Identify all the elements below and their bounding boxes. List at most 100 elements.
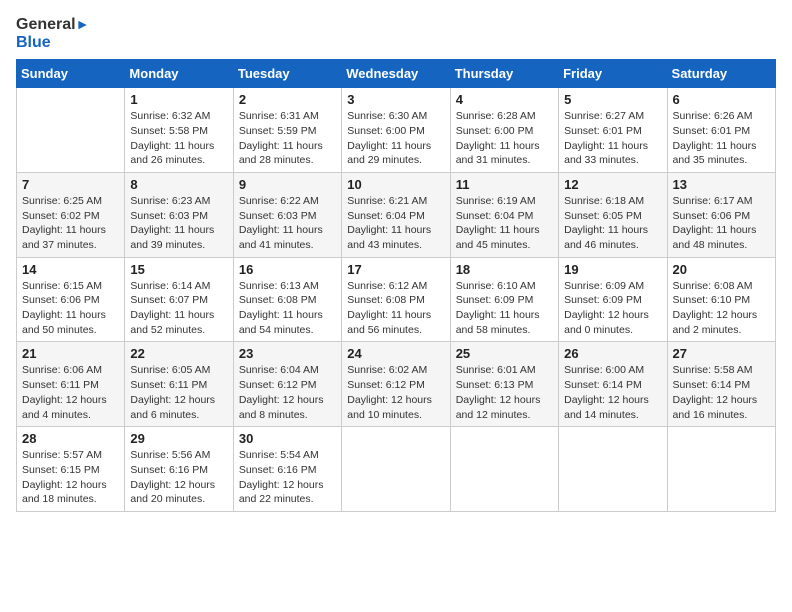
calendar-cell: 5Sunrise: 6:27 AM Sunset: 6:01 PM Daylig… (559, 88, 667, 173)
weekday-header-sunday: Sunday (17, 60, 125, 88)
day-number: 16 (239, 262, 336, 277)
calendar-cell (450, 427, 558, 512)
day-number: 19 (564, 262, 661, 277)
day-number: 26 (564, 346, 661, 361)
day-number: 11 (456, 177, 553, 192)
day-info: Sunrise: 6:05 AM Sunset: 6:11 PM Dayligh… (130, 363, 227, 422)
calendar-cell: 3 Sunrise: 6:30 AM Sunset: 6:00 PM Daylig… (342, 88, 450, 173)
day-number: 2 (239, 92, 336, 107)
day-info: Sunrise: 6:17 AM Sunset: 6:06 PM Dayligh… (673, 194, 770, 253)
day-number: 9 (239, 177, 336, 192)
day-number: 13 (673, 177, 770, 192)
calendar-week-row: 14 Sunrise: 6:15 AM Sunset: 6:06 PM Dayli… (17, 257, 776, 342)
calendar-week-row: 7 Sunrise: 6:25 AM Sunset: 6:02 PM Daylig… (17, 172, 776, 257)
calendar-table: SundayMondayTuesdayWednesdayThursdayFrid… (16, 59, 776, 512)
calendar-cell: 29 Sunrise: 5:56 AM Sunset: 6:16 PM Dayli… (125, 427, 233, 512)
day-number: 30 (239, 431, 336, 446)
day-number: 8 (130, 177, 227, 192)
day-number: 21 (22, 346, 119, 361)
calendar-cell: 10 Sunrise: 6:21 AM Sunset: 6:04 PM Dayli… (342, 172, 450, 257)
weekday-header-monday: Monday (125, 60, 233, 88)
calendar-cell: 21 Sunrise: 6:06 AM Sunset: 6:11 PM Dayli… (17, 342, 125, 427)
day-number: 3 (347, 92, 444, 107)
day-info: Sunrise: 6:25 AM Sunset: 6:02 PM Dayligh… (22, 194, 119, 253)
calendar-cell: 26 Sunrise: 6:00 AM Sunset: 6:14 PM Dayli… (559, 342, 667, 427)
calendar-cell: 16 Sunrise: 6:13 AM Sunset: 6:08 PM Dayli… (233, 257, 341, 342)
calendar-cell: 9 Sunrise: 6:22 AM Sunset: 6:03 PM Daylig… (233, 172, 341, 257)
logo-text: General► Blue (16, 16, 89, 51)
calendar-cell: 15 Sunrise: 6:14 AM Sunset: 6:07 PM Dayli… (125, 257, 233, 342)
day-info: Sunrise: 6:26 AM Sunset: 6:01 PM Dayligh… (673, 109, 770, 168)
day-number: 17 (347, 262, 444, 277)
logo: General► Blue (16, 16, 89, 51)
day-info: Sunrise: 6:09 AM Sunset: 6:09 PM Dayligh… (564, 279, 661, 338)
day-info: Sunrise: 6:02 AM Sunset: 6:12 PM Dayligh… (347, 363, 444, 422)
calendar-cell: 28 Sunrise: 5:57 AM Sunset: 6:15 PM Dayli… (17, 427, 125, 512)
calendar-cell: 25 Sunrise: 6:01 AM Sunset: 6:13 PM Dayli… (450, 342, 558, 427)
calendar-cell (667, 427, 775, 512)
calendar-cell: 1 Sunrise: 6:32 AM Sunset: 5:58 PM Daylig… (125, 88, 233, 173)
day-number: 28 (22, 431, 119, 446)
calendar-cell: 18Sunrise: 6:10 AM Sunset: 6:09 PM Dayli… (450, 257, 558, 342)
day-number: 23 (239, 346, 336, 361)
day-number: 20 (673, 262, 770, 277)
calendar-cell: 14 Sunrise: 6:15 AM Sunset: 6:06 PM Dayli… (17, 257, 125, 342)
calendar-cell: 8 Sunrise: 6:23 AM Sunset: 6:03 PM Daylig… (125, 172, 233, 257)
calendar-cell: 23 Sunrise: 6:04 AM Sunset: 6:12 PM Dayli… (233, 342, 341, 427)
weekday-header-tuesday: Tuesday (233, 60, 341, 88)
day-info: Sunrise: 6:27 AM Sunset: 6:01 PM Dayligh… (564, 109, 661, 168)
day-number: 1 (130, 92, 227, 107)
day-info: Sunrise: 6:23 AM Sunset: 6:03 PM Dayligh… (130, 194, 227, 253)
calendar-week-row: 21 Sunrise: 6:06 AM Sunset: 6:11 PM Dayli… (17, 342, 776, 427)
calendar-cell: 19 Sunrise: 6:09 AM Sunset: 6:09 PM Dayli… (559, 257, 667, 342)
calendar-cell (17, 88, 125, 173)
day-info: Sunrise: 5:54 AM Sunset: 6:16 PM Dayligh… (239, 448, 336, 507)
day-info: Sunrise: 6:21 AM Sunset: 6:04 PM Dayligh… (347, 194, 444, 253)
day-info: Sunrise: 6:15 AM Sunset: 6:06 PM Dayligh… (22, 279, 119, 338)
day-info: Sunrise: 6:04 AM Sunset: 6:12 PM Dayligh… (239, 363, 336, 422)
page-header: General► Blue (16, 16, 776, 51)
day-number: 10 (347, 177, 444, 192)
calendar-cell (559, 427, 667, 512)
weekday-header-saturday: Saturday (667, 60, 775, 88)
day-info: Sunrise: 5:56 AM Sunset: 6:16 PM Dayligh… (130, 448, 227, 507)
calendar-week-row: 28 Sunrise: 5:57 AM Sunset: 6:15 PM Dayli… (17, 427, 776, 512)
calendar-cell: 12 Sunrise: 6:18 AM Sunset: 6:05 PM Dayli… (559, 172, 667, 257)
weekday-header-wednesday: Wednesday (342, 60, 450, 88)
calendar-cell (342, 427, 450, 512)
day-number: 12 (564, 177, 661, 192)
day-info: Sunrise: 6:14 AM Sunset: 6:07 PM Dayligh… (130, 279, 227, 338)
day-number: 25 (456, 346, 553, 361)
day-number: 6 (673, 92, 770, 107)
calendar-cell: 11 Sunrise: 6:19 AM Sunset: 6:04 PM Dayli… (450, 172, 558, 257)
calendar-cell: 22 Sunrise: 6:05 AM Sunset: 6:11 PM Dayli… (125, 342, 233, 427)
calendar-week-row: 1 Sunrise: 6:32 AM Sunset: 5:58 PM Daylig… (17, 88, 776, 173)
day-number: 7 (22, 177, 119, 192)
calendar-cell: 13 Sunrise: 6:17 AM Sunset: 6:06 PM Dayli… (667, 172, 775, 257)
calendar-cell: 27 Sunrise: 5:58 AM Sunset: 6:14 PM Dayli… (667, 342, 775, 427)
day-info: Sunrise: 5:58 AM Sunset: 6:14 PM Dayligh… (673, 363, 770, 422)
day-info: Sunrise: 6:19 AM Sunset: 6:04 PM Dayligh… (456, 194, 553, 253)
day-number: 15 (130, 262, 227, 277)
day-info: Sunrise: 6:22 AM Sunset: 6:03 PM Dayligh… (239, 194, 336, 253)
day-info: Sunrise: 5:57 AM Sunset: 6:15 PM Dayligh… (22, 448, 119, 507)
day-info: Sunrise: 6:32 AM Sunset: 5:58 PM Dayligh… (130, 109, 227, 168)
day-number: 27 (673, 346, 770, 361)
day-info: Sunrise: 6:18 AM Sunset: 6:05 PM Dayligh… (564, 194, 661, 253)
day-info: Sunrise: 6:08 AM Sunset: 6:10 PM Dayligh… (673, 279, 770, 338)
day-number: 22 (130, 346, 227, 361)
calendar-cell: 4 Sunrise: 6:28 AM Sunset: 6:00 PM Daylig… (450, 88, 558, 173)
day-info: Sunrise: 6:13 AM Sunset: 6:08 PM Dayligh… (239, 279, 336, 338)
weekday-header-friday: Friday (559, 60, 667, 88)
calendar-cell: 2Sunrise: 6:31 AM Sunset: 5:59 PM Daylig… (233, 88, 341, 173)
day-info: Sunrise: 6:28 AM Sunset: 6:00 PM Dayligh… (456, 109, 553, 168)
day-info: Sunrise: 6:06 AM Sunset: 6:11 PM Dayligh… (22, 363, 119, 422)
day-number: 4 (456, 92, 553, 107)
day-info: Sunrise: 6:01 AM Sunset: 6:13 PM Dayligh… (456, 363, 553, 422)
day-number: 29 (130, 431, 227, 446)
day-info: Sunrise: 6:30 AM Sunset: 6:00 PM Dayligh… (347, 109, 444, 168)
day-info: Sunrise: 6:00 AM Sunset: 6:14 PM Dayligh… (564, 363, 661, 422)
calendar-cell: 20 Sunrise: 6:08 AM Sunset: 6:10 PM Dayli… (667, 257, 775, 342)
weekday-header-row: SundayMondayTuesdayWednesdayThursdayFrid… (17, 60, 776, 88)
day-number: 14 (22, 262, 119, 277)
